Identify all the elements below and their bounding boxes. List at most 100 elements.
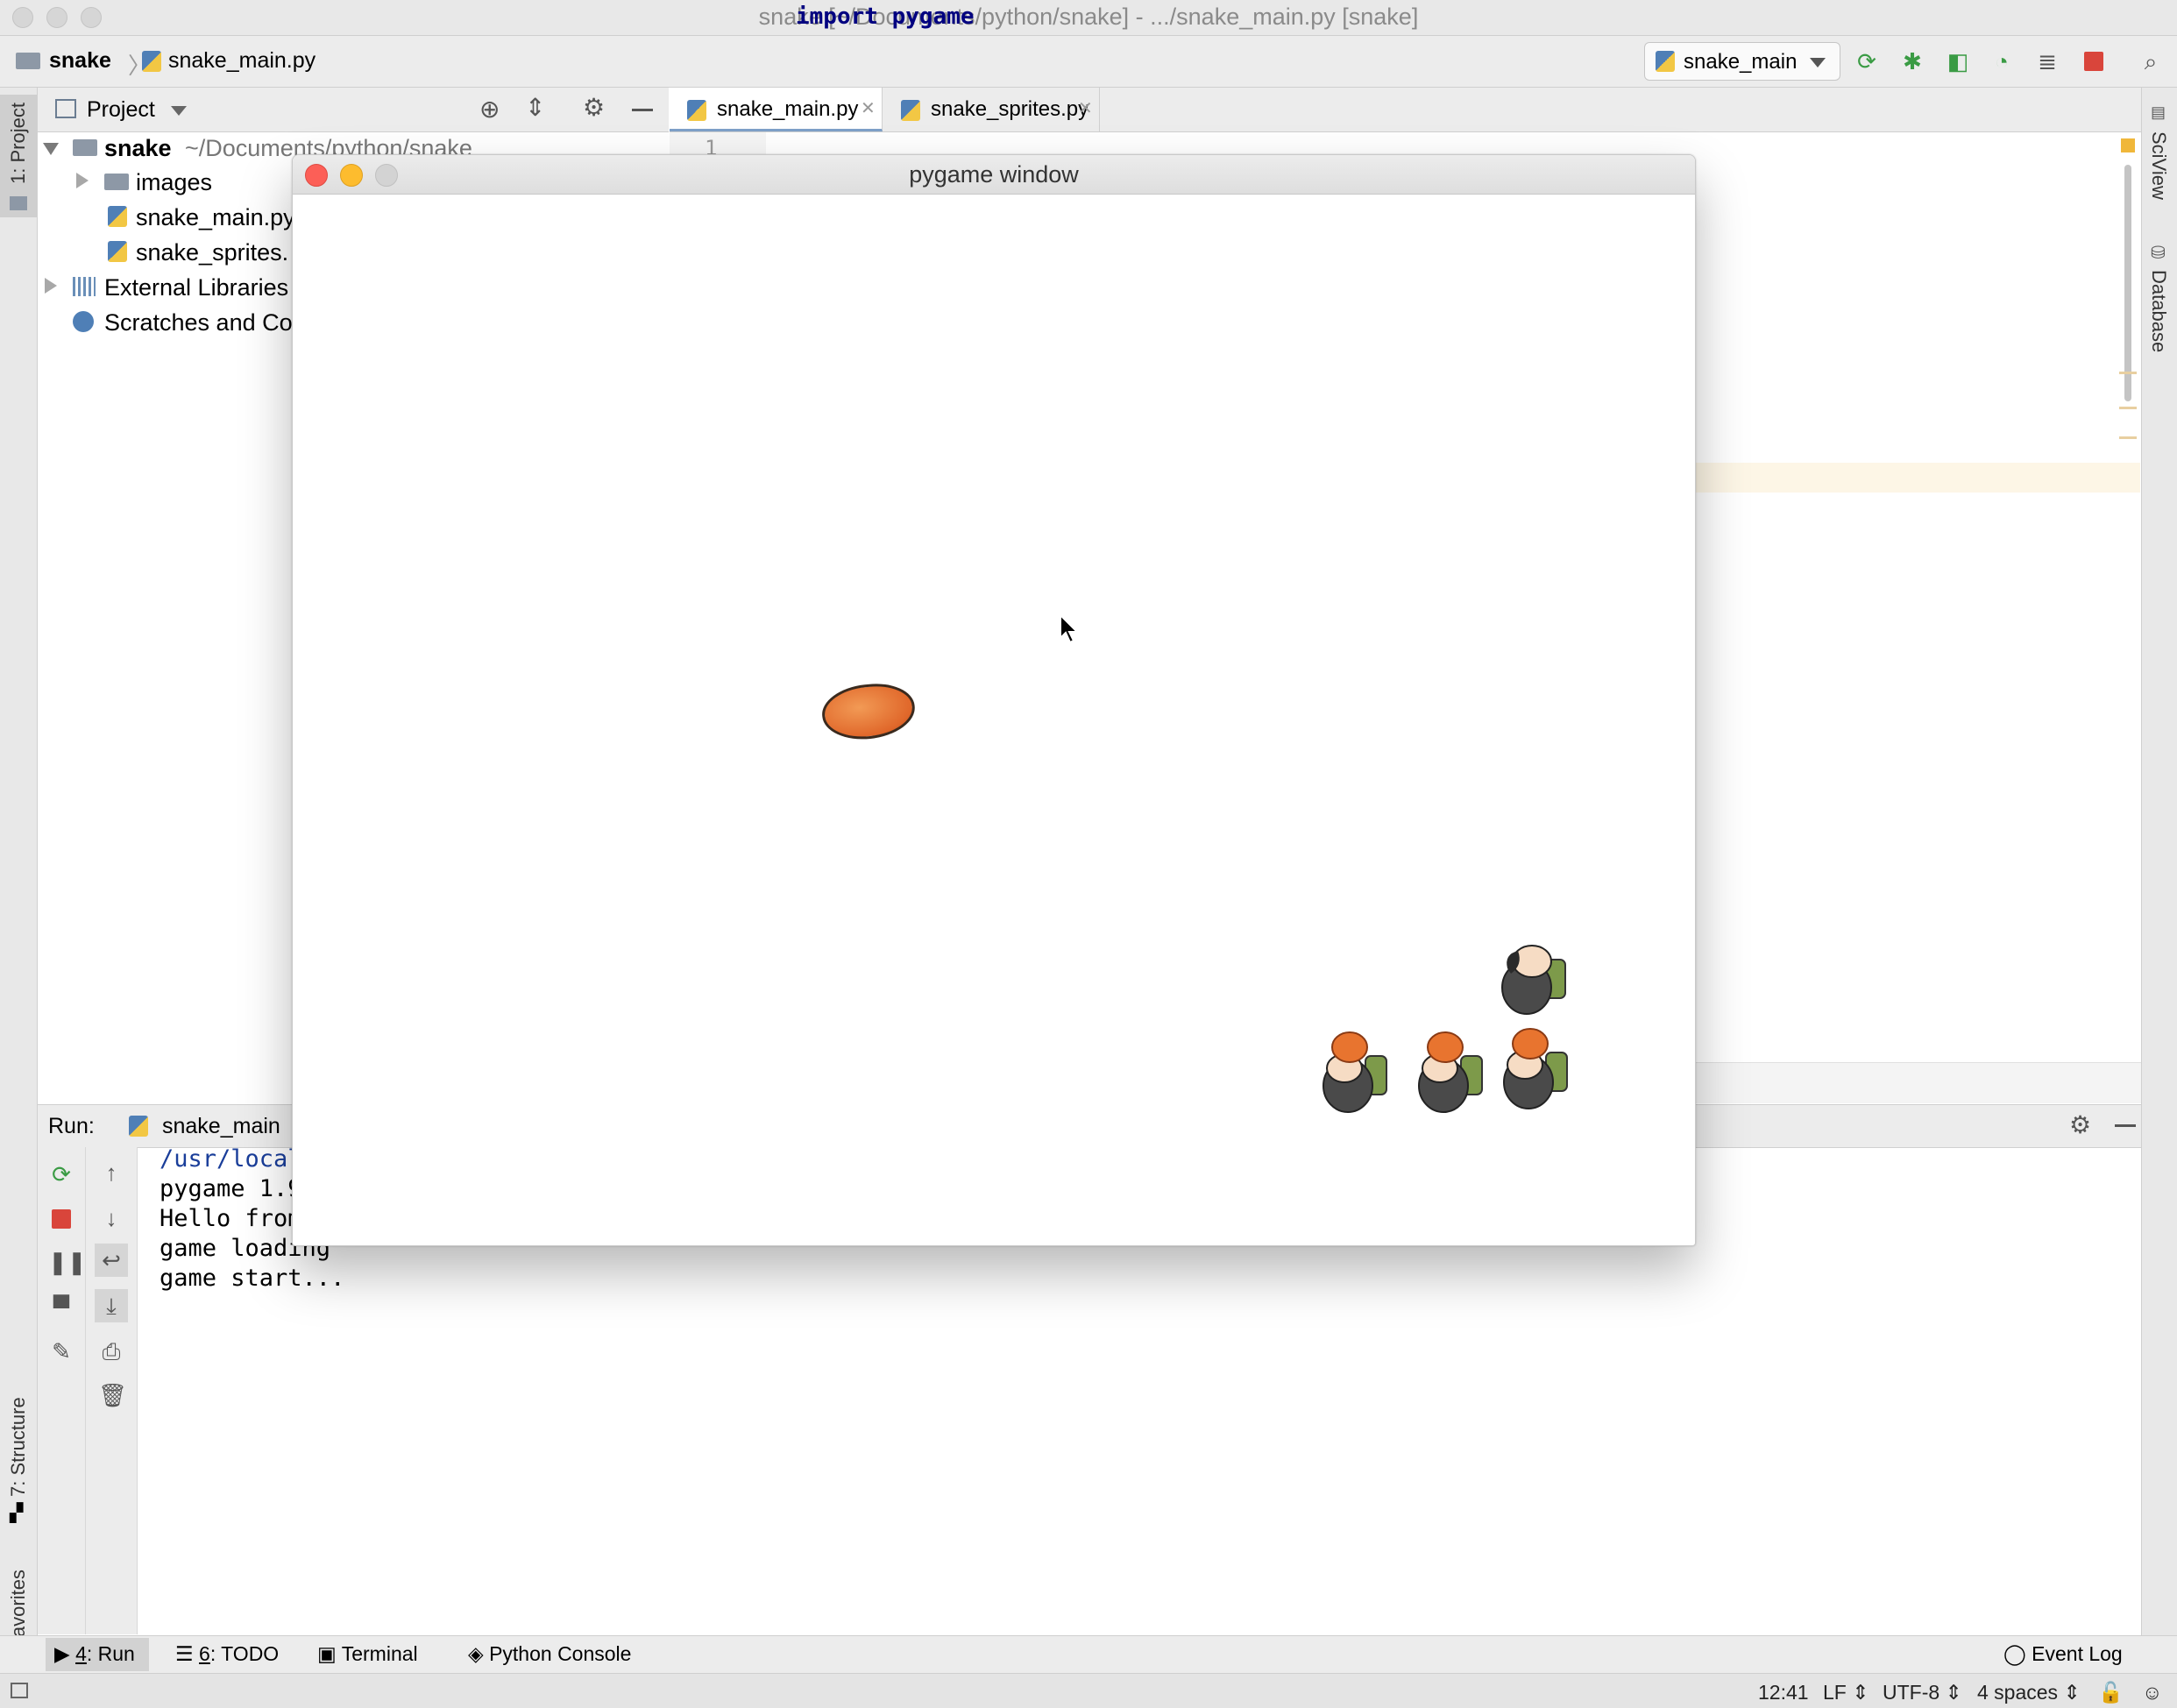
todo-tab-number: 6: [199, 1642, 210, 1665]
folder-icon: [104, 174, 129, 190]
code-line: import pygame: [796, 4, 975, 30]
mouse-cursor-icon: [1060, 613, 1080, 644]
run-toolbar-primary: ⟳ ❚❚ ▀ ✎: [38, 1147, 87, 1634]
run-tool-tab[interactable]: ▶ 4: Run: [54, 1642, 135, 1666]
debug-icon[interactable]: ✱: [1900, 49, 1925, 74]
collapse-all-icon[interactable]: ⇕: [525, 93, 545, 122]
tree-root-name[interactable]: snake: [104, 135, 172, 162]
tree-item-images[interactable]: images: [136, 169, 212, 196]
chevron-down-icon[interactable]: [171, 106, 187, 116]
hide-panel-icon[interactable]: [632, 109, 653, 111]
database-icon: ⛁: [2151, 244, 2166, 263]
tree-item-snake-sprites[interactable]: snake_sprites.: [136, 239, 288, 266]
gear-icon[interactable]: ⚙: [583, 93, 605, 122]
close-tab-icon[interactable]: ✕: [1078, 97, 1093, 119]
run-panel-label: Run:: [48, 1114, 95, 1138]
python-console-tool-tab[interactable]: ◈ Python Console: [468, 1642, 631, 1666]
python-console-tab-label: Python Console: [489, 1642, 632, 1665]
caret-position[interactable]: 12:41: [1758, 1681, 1809, 1704]
folder-icon: [73, 139, 97, 156]
hide-panel-icon[interactable]: [2115, 1124, 2136, 1127]
tab-label: snake_main.py: [717, 97, 859, 121]
project-view-select[interactable]: Project: [87, 97, 155, 123]
navigation-bar: snake 〉 snake_main.py: [0, 36, 2177, 88]
breadcrumb-project[interactable]: snake: [49, 48, 111, 74]
run-config-tab[interactable]: snake_main: [162, 1114, 280, 1139]
soft-wrap-icon[interactable]: ↩: [95, 1244, 128, 1277]
sciview-tool-button[interactable]: SciView: [2147, 131, 2170, 200]
todo-tool-tab[interactable]: ☰ 6: TODO: [175, 1642, 279, 1666]
scroll-to-end-icon[interactable]: ⤓: [95, 1289, 128, 1322]
tab-snake-sprites[interactable]: snake_sprites.py ✕: [883, 88, 1100, 131]
sciview-icon: ▤: [2151, 103, 2166, 121]
structure-tool-button[interactable]: 7: Structure: [7, 1397, 30, 1497]
database-tool-button[interactable]: Database: [2147, 270, 2170, 352]
encoding-value: UTF-8: [1883, 1681, 1940, 1704]
error-stripe-mark: [2119, 407, 2137, 409]
tree-item-scratches[interactable]: Scratches and Co: [104, 309, 293, 337]
run-tab-number: 4: [75, 1642, 87, 1665]
expand-arrow-icon[interactable]: [76, 173, 89, 188]
left-tool-stripe: 1: Project 7: Structure ▞ 2: Favorites ★: [0, 88, 38, 1698]
stop-icon[interactable]: [52, 1209, 71, 1229]
search-icon[interactable]: ⌕: [2138, 49, 2163, 74]
print-icon[interactable]: ⎙: [98, 1338, 124, 1364]
toggle-tool-windows-icon[interactable]: [11, 1683, 28, 1698]
line-separator-select[interactable]: LF ⇕: [1823, 1681, 1869, 1704]
run-tab-icon: ▶: [54, 1642, 76, 1665]
python-file-icon: [687, 100, 706, 121]
rerun-icon[interactable]: ⟳: [1854, 49, 1879, 74]
tab-snake-main[interactable]: snake_main.py ✕: [670, 88, 883, 131]
folder-icon: [10, 196, 27, 210]
stop-icon[interactable]: [2084, 52, 2103, 71]
python-icon: ◈: [468, 1642, 490, 1665]
editor-scrollbar[interactable]: [2124, 165, 2131, 401]
python-file-icon: [142, 51, 161, 72]
run-configuration-select[interactable]: snake_main: [1644, 42, 1840, 81]
event-log-tool-tab[interactable]: ◯ Event Log: [2003, 1642, 2123, 1666]
layout-icon[interactable]: ▀: [48, 1294, 74, 1321]
python-file-icon: [129, 1116, 148, 1137]
inspector-icon[interactable]: ☺: [2142, 1681, 2162, 1704]
arrow-up-icon[interactable]: ↑: [98, 1159, 124, 1186]
chevron-down-icon: [1810, 58, 1826, 67]
lock-icon[interactable]: 🔓: [2098, 1681, 2124, 1704]
tree-item-external-libraries[interactable]: External Libraries: [104, 274, 288, 301]
expand-arrow-icon[interactable]: [45, 278, 57, 294]
terminal-tool-tab[interactable]: ▣ Terminal: [317, 1642, 418, 1666]
pin-icon[interactable]: ✎: [48, 1338, 74, 1364]
error-stripe-mark: [2119, 372, 2137, 374]
library-icon: [73, 277, 96, 296]
pause-icon[interactable]: ❚❚: [48, 1249, 87, 1275]
indent-select[interactable]: 4 spaces ⇕: [1977, 1681, 2081, 1704]
encoding-select[interactable]: UTF-8 ⇕: [1883, 1681, 1962, 1704]
close-tab-icon[interactable]: ✕: [861, 97, 876, 119]
expand-arrow-icon[interactable]: [43, 143, 59, 155]
terminal-icon: ▣: [317, 1642, 342, 1665]
run-configuration-label: snake_main: [1684, 50, 1798, 74]
arrow-down-icon[interactable]: ↓: [98, 1205, 124, 1231]
snake-head-sprite: [1501, 945, 1566, 1015]
coverage-icon[interactable]: ◧: [1946, 49, 1970, 74]
breadcrumb-file[interactable]: snake_main.py: [168, 48, 316, 74]
folder-icon: [16, 53, 40, 69]
rerun-icon[interactable]: ⟳: [48, 1161, 74, 1187]
tree-item-snake-main[interactable]: snake_main.py: [136, 204, 295, 231]
python-file-icon: [1656, 51, 1675, 72]
line-separator-value: LF: [1823, 1681, 1847, 1704]
profile-icon[interactable]: ◔: [1989, 49, 2014, 74]
warning-indicator-icon[interactable]: [2121, 138, 2135, 152]
trash-icon[interactable]: 🗑: [98, 1382, 127, 1408]
list-icon: ☰: [175, 1642, 200, 1665]
gear-icon[interactable]: ⚙: [2069, 1110, 2091, 1139]
project-tool-button[interactable]: 1: Project: [7, 103, 30, 184]
snake-body-sprite: [1418, 1031, 1483, 1113]
locate-icon[interactable]: ⊕: [479, 95, 500, 124]
project-panel-header: Project ⊕ ⇕ ⚙: [38, 88, 669, 132]
snake-body-sprite: [1323, 1031, 1387, 1113]
pygame-window[interactable]: pygame window: [292, 154, 1696, 1246]
run-concurrency-icon[interactable]: ≣: [2035, 49, 2060, 74]
python-file-icon: [108, 206, 127, 227]
run-toolbar-secondary: ↑ ↓ ↩ ⤓ ⎙ 🗑: [86, 1147, 138, 1634]
event-log-label: Event Log: [2032, 1642, 2123, 1665]
